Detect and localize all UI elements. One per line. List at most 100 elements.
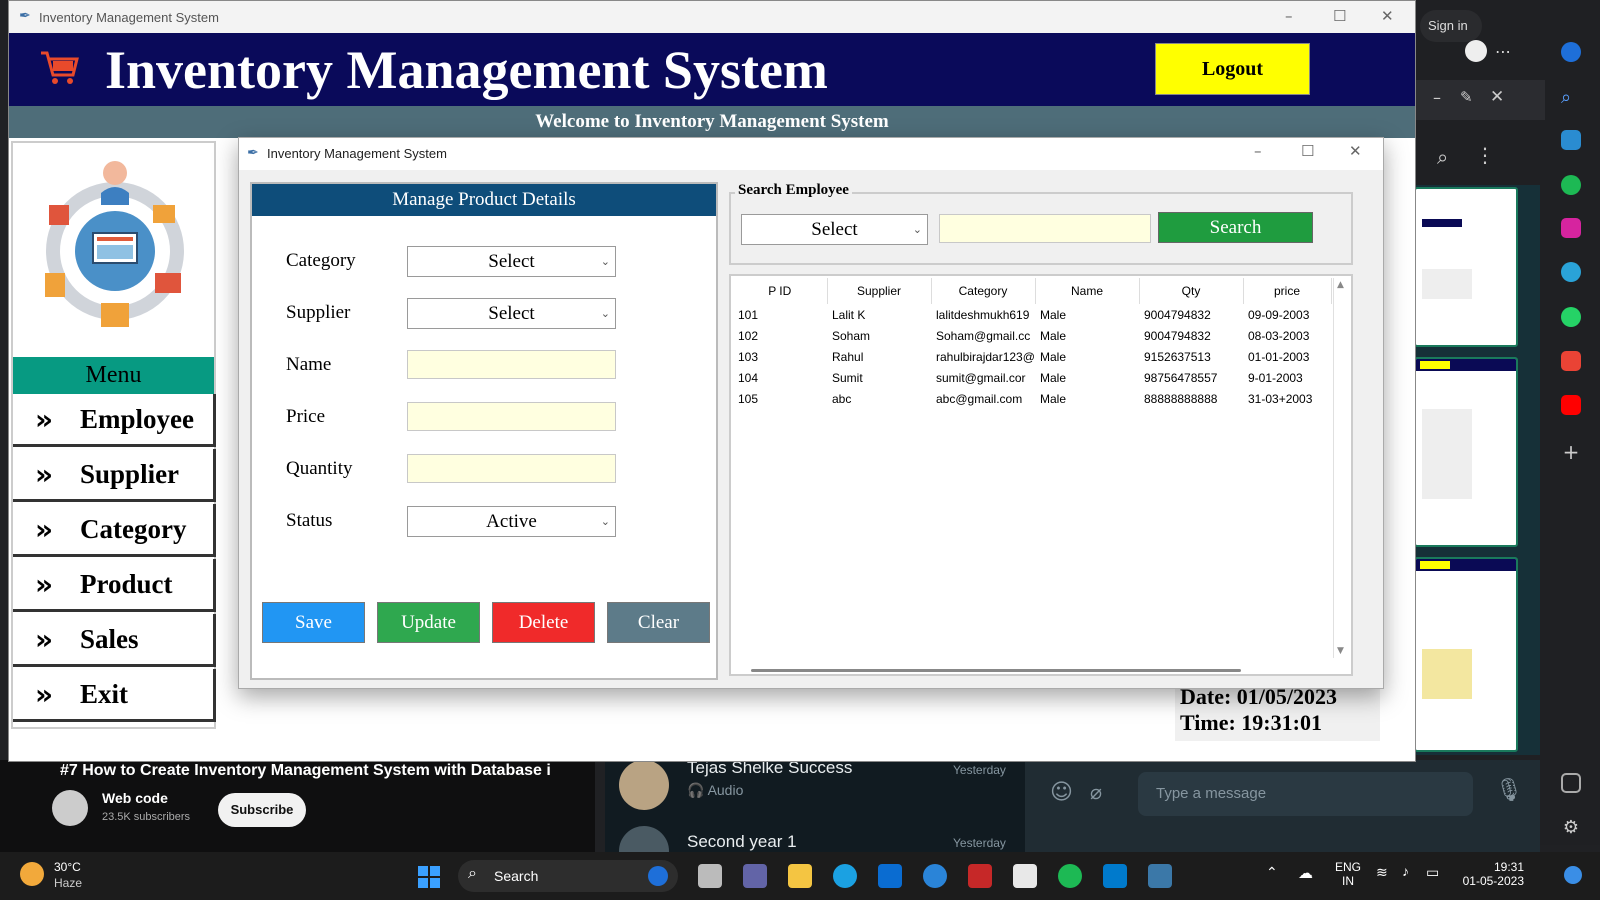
subscribe-button[interactable]: Subscribe [218,793,306,827]
add-icon[interactable]: + [1561,440,1581,464]
bing-icon[interactable] [1561,42,1581,62]
telegram-icon[interactable] [1561,130,1581,150]
more-options-icon[interactable]: ⋯ [1495,42,1511,61]
taskbar-search[interactable]: ⌕ Search [458,860,678,892]
logout-button[interactable]: Logout [1155,43,1310,95]
menu-item-category[interactable]: » Category [13,504,216,557]
search-icon[interactable]: ⌕ [1561,87,1581,108]
video-thumbnail-2[interactable]: 19:30 [1414,357,1518,547]
search-input[interactable] [939,214,1151,243]
youtube-icon[interactable] [1561,395,1581,415]
price-field[interactable] [407,402,616,431]
channel-name[interactable]: Web code [102,790,168,806]
clear-button[interactable]: Clear [607,602,710,643]
save-button[interactable]: Save [262,602,365,643]
close-icon[interactable]: ✕ [1490,87,1504,107]
message-input[interactable]: Type a message [1138,772,1473,816]
chat-name[interactable]: Second year 1 [687,832,797,852]
search-icon[interactable]: ⌕ [1437,145,1448,169]
weather-icon[interactable] [20,862,44,886]
column-header[interactable]: Supplier [827,278,932,304]
menu-item-product[interactable]: » Product [13,559,216,612]
teams-icon[interactable] [743,864,767,888]
notification-icon[interactable] [1564,866,1582,884]
table-row[interactable]: 103 Rahul rahulbirajdar123@ Male 9152637513 0… [733,346,1331,367]
delete-button[interactable]: Delete [492,602,595,643]
maximize-icon[interactable]: ☐ [1301,142,1314,160]
contact-avatar[interactable] [619,760,669,810]
language-indicator[interactable]: ENG IN [1335,860,1361,888]
spotify-icon[interactable] [1561,175,1581,195]
instagram-icon[interactable] [1561,218,1581,238]
column-header[interactable]: Category [931,278,1036,304]
wifi-icon[interactable]: ≋ [1376,864,1388,881]
store-icon[interactable] [1013,864,1037,888]
table-row[interactable]: 102 Soham Soham@gmail.cc Male 9004794832 08-0… [733,325,1331,346]
cloud-icon[interactable]: ☁ [1298,864,1313,882]
emoji-icon[interactable]: ☺ [1050,780,1073,805]
quantity-field[interactable] [407,454,616,483]
minimize-icon[interactable]: – [1285,7,1293,25]
python-icon[interactable] [1148,864,1172,888]
status-select[interactable]: Active ⌄ [407,506,616,537]
menu-item-sales[interactable]: » Sales [13,614,216,667]
weather-temp[interactable]: 30°C [54,860,81,874]
vscode-icon[interactable] [1103,864,1127,888]
hp-app-icon[interactable] [878,864,902,888]
video-thumbnail-3[interactable]: 19:30 [1414,557,1518,752]
minimize-icon[interactable]: – [1254,142,1262,160]
menu-item-employee[interactable]: » Employee [13,394,216,447]
column-header[interactable]: Name [1035,278,1140,304]
product-table-frame: P ID Supplier Category Name Qty price 10… [729,274,1353,676]
task-view-icon[interactable] [698,864,722,888]
table-row[interactable]: 105 abc abc@gmail.com Male 88888888888 31-03+… [733,388,1331,409]
scroll-down-icon[interactable]: ▼ [1337,646,1344,656]
update-button[interactable]: Update [377,602,480,643]
chat-time: Yesterday [953,836,1006,850]
channel-avatar[interactable] [52,790,88,826]
volume-icon[interactable]: ♪ [1402,863,1409,879]
search-by-select[interactable]: Select ⌄ [741,214,928,245]
table-row[interactable]: 101 Lalit K lalitdeshmukh619 Male 9004794832… [733,304,1331,325]
scroll-up-icon[interactable]: ▲ [1337,280,1344,290]
microphone-icon[interactable]: 🎙 [1495,778,1523,803]
table-row[interactable]: 104 Sumit sumit@gmail.cor Male 98756478557 9-… [733,367,1331,388]
column-header[interactable]: P ID [733,278,828,304]
pin-icon[interactable]: ✎ [1460,88,1473,106]
minimize-icon[interactable]: – [1433,88,1441,107]
system-clock[interactable]: 19:31 01-05-2023 [1460,860,1524,888]
chevron-up-icon[interactable]: ⌃ [1266,864,1278,881]
maximize-icon[interactable]: ☐ [1333,7,1346,25]
category-select[interactable]: Select ⌄ [407,246,616,277]
kebab-menu-icon[interactable]: ⋮ [1475,143,1495,167]
windows-start-icon[interactable] [418,866,440,888]
profile-avatar-icon[interactable] [1465,40,1487,62]
mcafee-icon[interactable] [968,864,992,888]
settings-icon[interactable]: ⚙ [1561,817,1581,838]
whatsapp-icon[interactable] [1561,307,1581,327]
name-field[interactable] [407,350,616,379]
panel-toggle-icon[interactable] [1561,773,1581,793]
battery-icon[interactable]: ▭ [1426,864,1439,881]
telegram-icon[interactable] [1561,262,1581,282]
column-header[interactable]: Qty [1139,278,1244,304]
spotify-icon[interactable] [1058,864,1082,888]
column-header[interactable]: price [1243,278,1332,304]
supplier-select[interactable]: Select ⌄ [407,298,616,329]
menu-item-exit[interactable]: » Exit [13,669,216,722]
attach-icon[interactable]: ⌀ [1090,780,1102,804]
horizontal-scrollbar[interactable] [751,669,1241,672]
edge-icon[interactable] [833,864,857,888]
close-icon[interactable]: ✕ [1349,142,1362,160]
video-thumbnail-1[interactable]: 19:28 [1414,187,1518,347]
video-title[interactable]: #7 How to Create Inventory Management Sy… [60,762,595,780]
search-button[interactable]: Search [1158,212,1313,243]
help-icon[interactable] [923,864,947,888]
close-icon[interactable]: ✕ [1381,7,1394,25]
file-explorer-icon[interactable] [788,864,812,888]
weather-desc: Haze [54,876,83,890]
vertical-scrollbar[interactable]: ▲ ▼ [1333,278,1349,658]
gmail-icon[interactable] [1561,351,1581,371]
menu-item-supplier[interactable]: » Supplier [13,449,216,502]
sign-in-button[interactable]: Sign in [1420,10,1482,42]
